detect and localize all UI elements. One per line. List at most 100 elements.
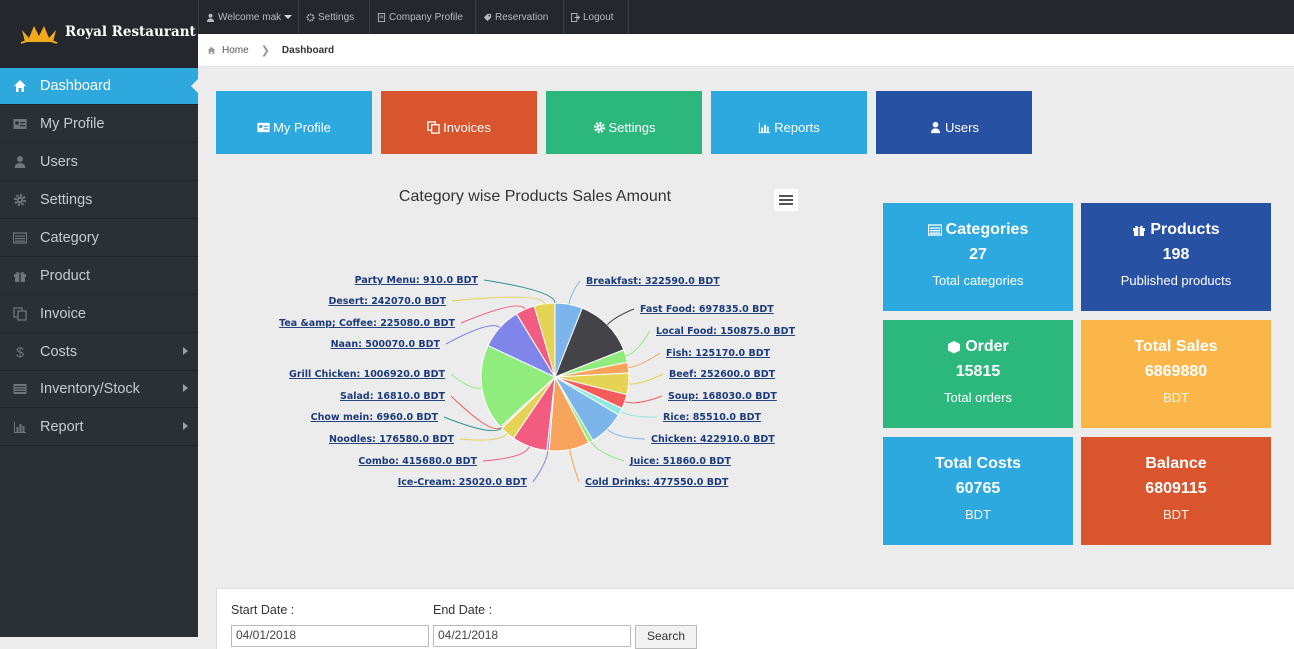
sidebar-item-dashboard[interactable]: Dashboard [0,68,198,105]
chart-title: Category wise Products Sales Amount [330,188,740,206]
crown-icon [20,22,58,44]
gift-icon [1132,223,1146,237]
balance-card[interactable]: Balance 6809115 BDT [1081,437,1271,545]
chevron-right-icon: ❯ [261,44,270,57]
pie-slice[interactable] [555,377,627,408]
pie-data-label: Local Food: 150875.0 BDT [656,326,796,337]
start-date-input[interactable]: 04/01/2018 [231,625,429,647]
pie-slice[interactable] [481,346,555,427]
sidebar-item-inventory-stock[interactable]: Inventory/Stock [0,371,198,408]
pie-slice[interactable] [547,377,555,451]
end-date-input[interactable]: 04/21/2018 [433,625,631,647]
pie-connector [533,451,548,482]
pie-data-label: Juice: 51860.0 BDT [629,456,731,467]
products-card[interactable]: Products 198 Published products [1081,203,1271,311]
sidebar-item-my-profile[interactable]: My Profile [0,106,198,143]
sidebar-item-label: Inventory/Stock [40,381,140,397]
pie-slice[interactable] [555,377,619,441]
user-menu-dropdown[interactable]: Welcome mak [198,0,299,34]
pie-slice[interactable] [555,362,629,377]
sidebar-item-report[interactable]: Report [0,409,198,446]
chevron-right-icon [183,422,188,430]
tile-label: My Profile [273,120,331,135]
categories-card[interactable]: Categories 27 Total categories [883,203,1073,311]
card-subtitle: BDT [883,507,1073,522]
user-icon [929,121,942,134]
pie-data-label: Fast Food: 697835.0 BDT [640,304,774,315]
pie-slice[interactable] [555,303,582,377]
topnav-reservation-link[interactable]: Reservation [476,0,564,34]
pie-data-label: Salad: 16810.0 BDT [340,391,446,402]
breadcrumb-home-link[interactable]: Home [222,45,249,56]
card-title: Products [1150,221,1219,239]
pie-slice[interactable] [500,377,555,428]
date-filter-panel: Start Date : 04/01/2018 End Date : 04/21… [216,588,1294,649]
pie-data-label: Beef: 252600.0 BDT [669,369,776,380]
pie-slice[interactable] [555,308,624,377]
gear-icon [13,193,27,207]
topnav-settings-link[interactable]: Settings [299,0,370,34]
brand-logo[interactable]: Royal Restaurant [0,0,198,68]
pie-data-label: Soup: 168030.0 BDT [668,391,777,402]
card-title: Total Costs [935,455,1021,473]
sidebar-item-label: Users [40,154,78,170]
card-subtitle: Total orders [883,390,1073,405]
tag-icon [483,13,492,22]
tile-label: Users [945,120,979,135]
pie-connector [446,326,500,344]
sidebar-item-product[interactable]: Product [0,258,198,295]
card-subtitle: BDT [1081,507,1271,522]
logout-icon [571,13,580,22]
pie-connector [444,417,502,431]
chevron-right-icon [183,347,188,355]
topnav-logout-link[interactable]: Logout [564,0,629,34]
pie-data-label: Noodles: 176580.0 BDT [329,434,455,445]
sidebar-item-invoice[interactable]: Invoice [0,296,198,333]
pie-data-label: Naan: 500070.0 BDT [331,339,441,350]
pie-connector [451,396,501,429]
sidebar-item-settings[interactable]: Settings [0,182,198,219]
users-tile[interactable]: Users [876,91,1032,154]
pie-slice[interactable] [555,373,629,395]
card-subtitle: Total categories [883,273,1073,288]
pie-connector [625,396,662,403]
order-card[interactable]: Order 15815 Total orders [883,320,1073,428]
pie-data-label: Cold Drinks: 477550.0 BDT [585,477,729,488]
breadcrumb: Home ❯ Dashboard [198,34,1294,67]
pie-connector [461,306,525,323]
search-button[interactable]: Search [635,625,697,649]
sidebar-item-users[interactable]: Users [0,144,198,181]
sidebar-item-costs[interactable]: $ Costs [0,334,198,371]
pie-slice[interactable] [534,303,555,377]
pie-slice[interactable] [502,377,555,438]
pie-slice[interactable] [555,350,628,377]
sidebar-item-category[interactable]: Category [0,220,198,257]
invoices-tile[interactable]: Invoices [381,91,537,154]
pie-connector [452,297,545,304]
home-icon [13,79,27,93]
copy-icon [13,307,27,321]
card-title: Categories [946,221,1029,239]
my-profile-tile[interactable]: My Profile [216,91,372,154]
pie-slice[interactable] [555,377,593,443]
pie-slice[interactable] [513,377,555,451]
sidebar-item-label: Dashboard [40,78,111,94]
settings-tile[interactable]: Settings [546,91,702,154]
topnav-settings-label: Settings [318,12,354,23]
topnav-company-profile-link[interactable]: Company Profile [370,0,476,34]
pie-slice[interactable] [501,377,555,428]
topnav-reservation-label: Reservation [495,12,548,23]
pie-connector [483,446,529,461]
pie-slice[interactable] [549,377,589,451]
reports-tile[interactable]: Reports [711,91,867,154]
gift-icon [13,269,27,283]
pie-slice[interactable] [516,306,555,377]
card-title: Total Sales [1134,338,1217,356]
pie-slice[interactable] [488,314,555,377]
sidebar-item-label: My Profile [40,116,104,132]
total-costs-card[interactable]: Total Costs 60765 BDT [883,437,1073,545]
sidebar-item-label: Category [40,230,99,246]
total-sales-card[interactable]: Total Sales 6869880 BDT [1081,320,1271,428]
pie-slice[interactable] [555,377,622,415]
chart-menu-button[interactable] [774,189,798,211]
